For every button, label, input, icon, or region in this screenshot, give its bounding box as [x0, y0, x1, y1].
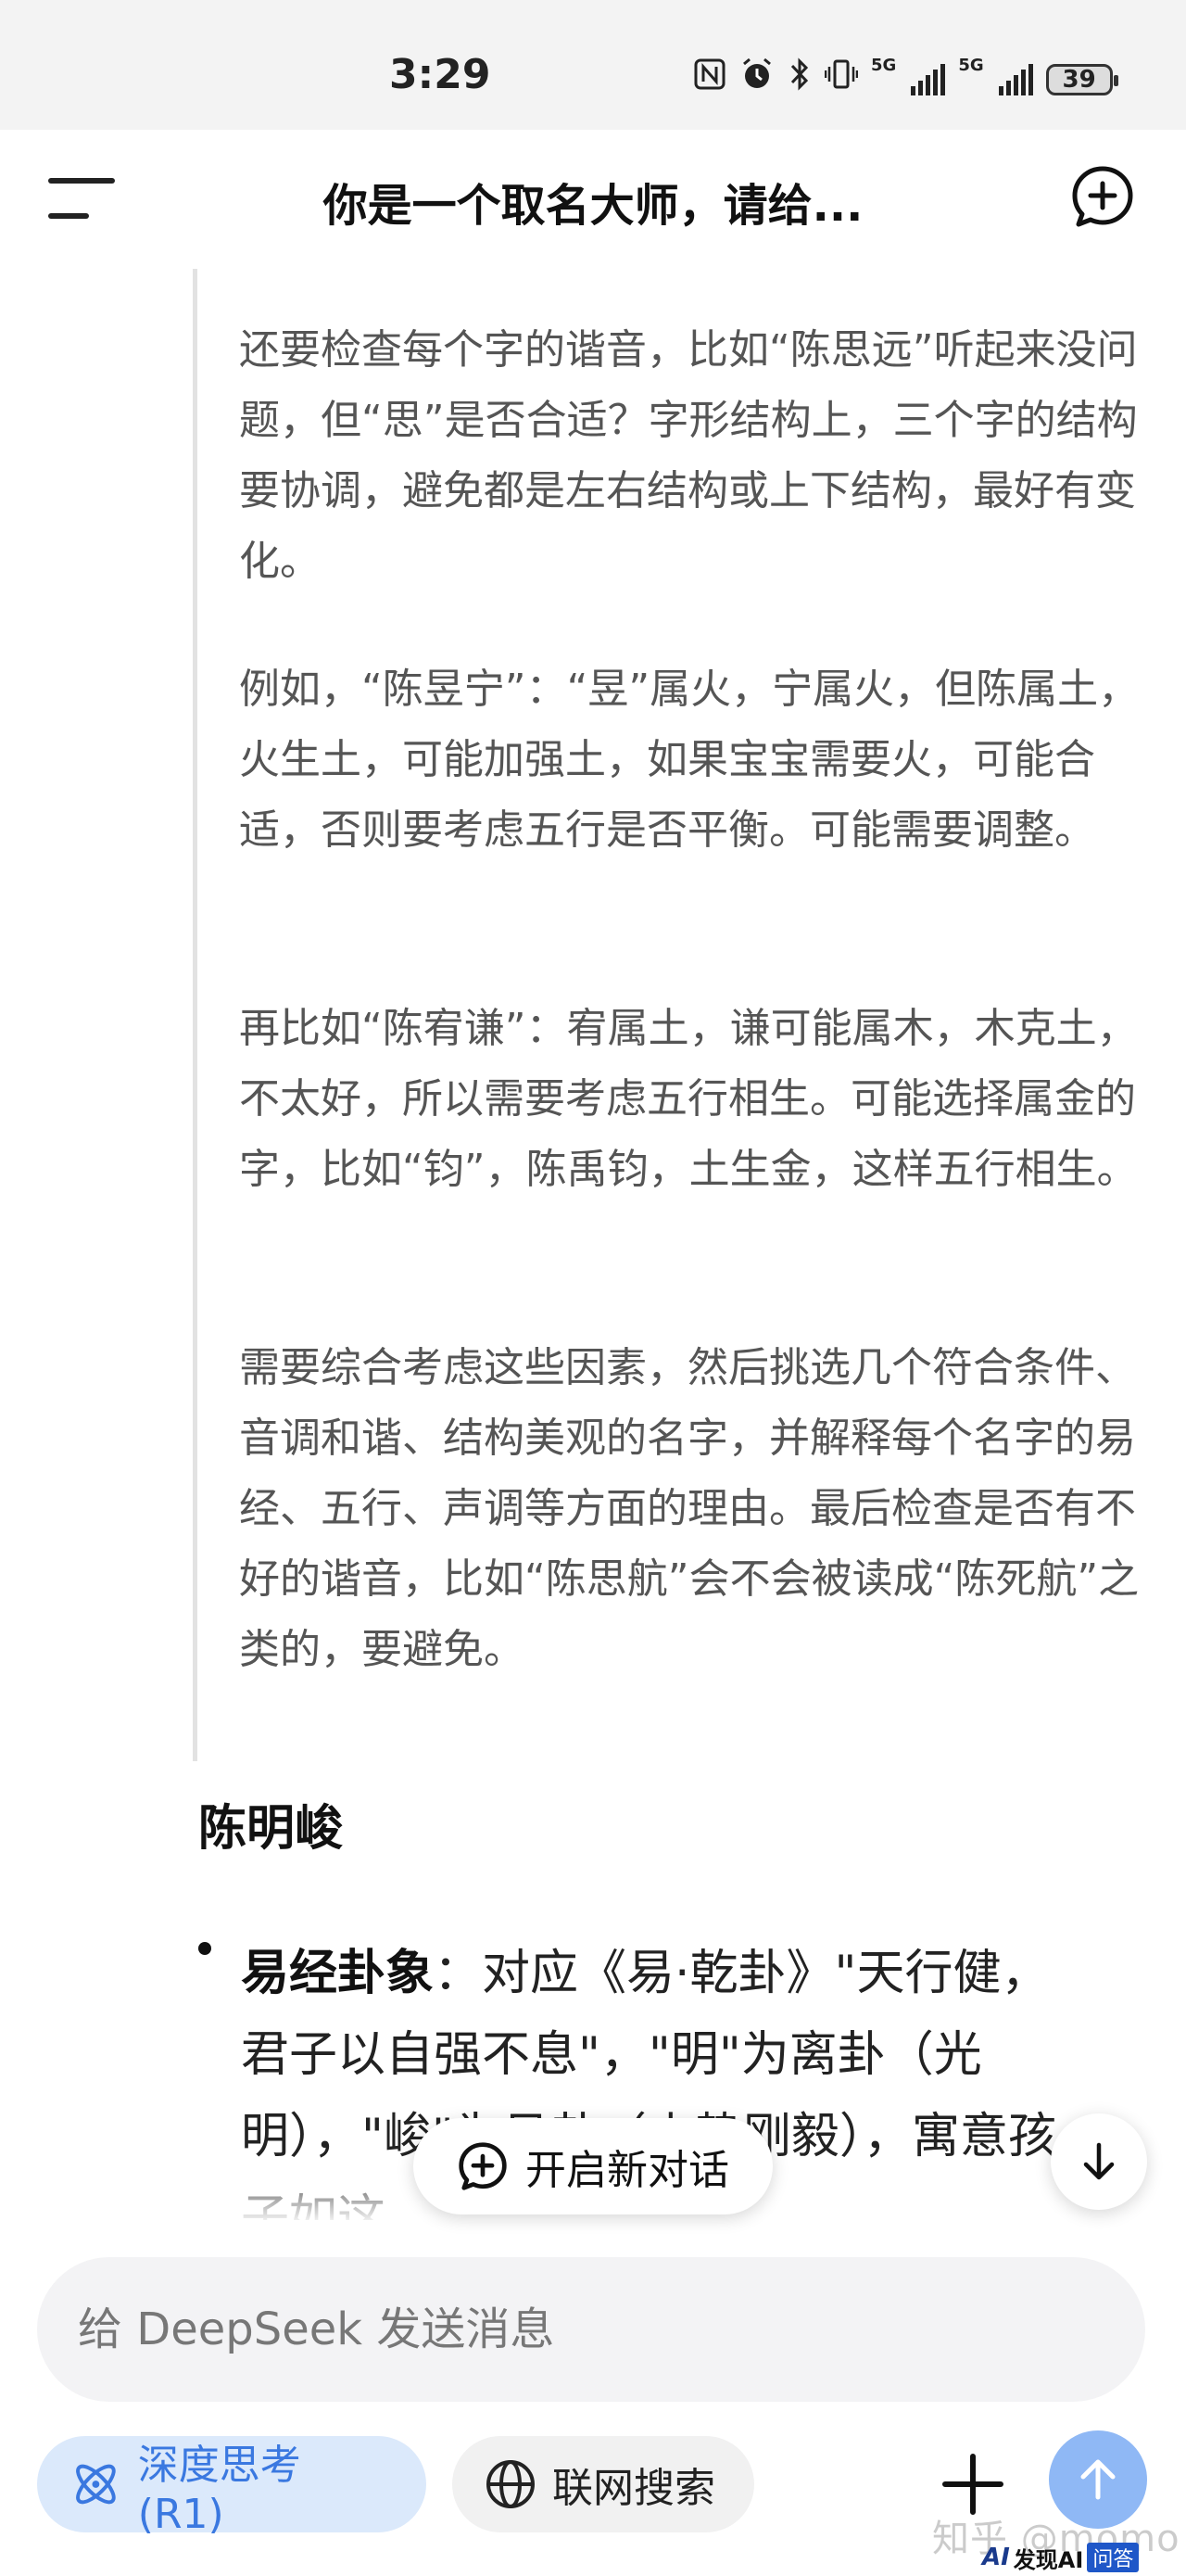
new-chat-icon[interactable] [1069, 163, 1136, 230]
deep-think-toggle[interactable]: 深度思考 (R1) [37, 2436, 426, 2538]
app-header: 你是一个取名大师，请给... [0, 130, 1186, 269]
thinking-paragraph: 例如，“陈昱宁”：“昱”属火，宁属火，但陈属土，火生土，可能加强土，如果宝宝需要… [239, 666, 1140, 854]
nfc-icon [693, 57, 726, 103]
bullet-dot [198, 1942, 211, 1955]
logo-box: 问答 [1087, 2543, 1140, 2572]
scroll-down-button[interactable] [1051, 2113, 1147, 2210]
web-search-toggle[interactable]: 联网搜索 [452, 2436, 754, 2532]
new-conversation-label: 开启新对话 [525, 2147, 729, 2194]
new-conversation-button[interactable]: 开启新对话 [413, 2118, 773, 2214]
message-input[interactable] [37, 2257, 1145, 2402]
arrow-down-icon [1083, 2142, 1115, 2180]
menu-icon[interactable] [48, 178, 115, 219]
thinking-paragraph: 还要检查每个字的谐音，比如“陈思远”听起来没问题，但“思”是否合适？字形结构上，… [239, 326, 1138, 585]
signal-5g-icon [911, 64, 946, 95]
bullet-label: 易经卦象 [241, 1946, 435, 2001]
atom-icon [76, 2464, 116, 2505]
battery-icon: 39 [1045, 64, 1118, 95]
conversation-title: 你是一个取名大师，请给... [322, 180, 864, 232]
web-search-label: 联网搜索 [552, 2465, 715, 2512]
signal-5g-icon [998, 64, 1033, 95]
arrow-up-icon [1080, 2459, 1116, 2500]
deep-think-label: 深度思考 (R1) [137, 2441, 301, 2538]
bluetooth-icon [788, 57, 812, 104]
thinking-block: 还要检查每个字的谐音，比如“陈思远”听起来没问题，但“思”是否合适？字形结构上，… [193, 269, 1142, 1761]
status-time: 3:29 [389, 51, 491, 98]
status-icons: 5G 5G 39 [693, 56, 1118, 104]
chat-plus-icon [459, 2142, 507, 2190]
logo-text: 发现AI [1013, 2546, 1084, 2573]
globe-icon [486, 2460, 535, 2508]
alarm-icon [739, 57, 775, 104]
vibrate-icon [824, 57, 859, 103]
logo-ai: AI [982, 2544, 1010, 2571]
thinking-paragraph: 再比如“陈宥谦”：宥属土，谦可能属木，木克土，不太好，所以需要考虑五行相生。可能… [239, 1005, 1138, 1193]
thinking-paragraph: 需要综合考虑这些因素，然后挑选几个符合条件、音调和谐、结构美观的名字，并解释每个… [239, 1344, 1140, 1673]
status-bar: 3:29 5G 5G 39 [0, 0, 1186, 130]
network-type-1: 5G [871, 56, 897, 75]
network-type-2: 5G [958, 56, 984, 75]
name-heading: 陈明峻 [198, 1801, 344, 1857]
watermark-logo: AI 发现AI 问答 [982, 2542, 1177, 2573]
